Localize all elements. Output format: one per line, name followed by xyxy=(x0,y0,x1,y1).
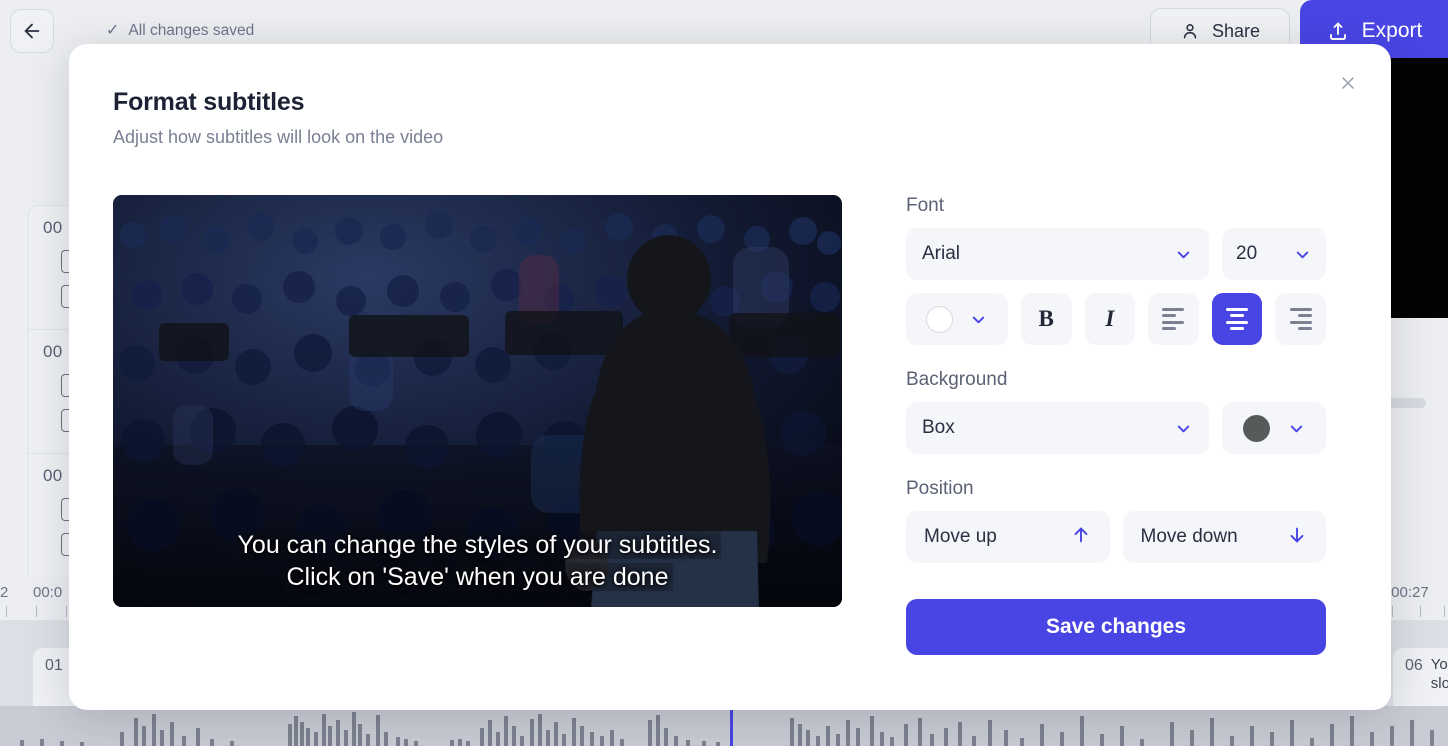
person-icon xyxy=(1183,24,1197,39)
background-row: Box xyxy=(906,402,1326,454)
font-color-picker[interactable] xyxy=(906,293,1008,345)
background-color-picker[interactable] xyxy=(1222,402,1326,454)
background-style-select[interactable]: Box xyxy=(906,402,1209,454)
timeline-clip[interactable]: 06 You slo xyxy=(1393,648,1448,706)
save-changes-label: Save changes xyxy=(1045,615,1187,638)
save-status-label: All changes saved xyxy=(128,22,255,39)
ruler-label: 2 xyxy=(0,584,9,601)
font-size-select[interactable]: 20 xyxy=(1222,228,1326,280)
background-color-swatch xyxy=(1242,414,1270,442)
format-controls: Font Arial 20 B I Background Box Positio… xyxy=(906,195,1326,655)
background-section-label: Background xyxy=(906,369,1008,390)
subtitle-overlay: You can change the styles of your subtit… xyxy=(113,529,842,593)
arrow-up-icon xyxy=(1070,524,1092,550)
align-left-button[interactable] xyxy=(1148,293,1199,345)
font-color-swatch xyxy=(925,305,953,333)
position-section-label: Position xyxy=(906,478,974,499)
chevron-down-icon xyxy=(1287,419,1306,438)
clip-number: 06 xyxy=(1405,657,1423,674)
font-family-value: Arial xyxy=(922,243,961,264)
clip-text: You slo xyxy=(1430,656,1448,692)
save-changes-button[interactable]: Save changes xyxy=(906,599,1326,655)
audio-waveform[interactable] xyxy=(0,706,1448,746)
move-up-label: Move up xyxy=(924,526,997,547)
font-section-label: Font xyxy=(906,195,945,216)
save-status: ✓ All changes saved xyxy=(106,22,254,40)
move-down-button[interactable]: Move down xyxy=(1122,511,1326,563)
chevron-down-icon xyxy=(1174,419,1193,438)
modal-subtitle: Adjust how subtitles will look on the vi… xyxy=(113,127,444,147)
bold-button[interactable]: B xyxy=(1020,293,1072,345)
waveform-graphic xyxy=(20,712,1434,746)
italic-button[interactable]: I xyxy=(1084,293,1136,345)
move-down-label: Move down xyxy=(1140,526,1238,547)
align-right-button[interactable] xyxy=(1275,293,1326,345)
chevron-down-icon xyxy=(1174,245,1193,264)
arrow-down-icon xyxy=(1286,524,1308,550)
align-right-icon xyxy=(1289,307,1312,331)
ruler-label: :00:27 xyxy=(1387,584,1429,601)
italic-label: I xyxy=(1105,306,1115,331)
clip-number: 01 xyxy=(45,657,63,674)
font-row: Arial 20 xyxy=(906,228,1326,280)
align-left-icon xyxy=(1162,307,1185,331)
font-family-select[interactable]: Arial xyxy=(906,228,1209,280)
subtitle-line-2: Click on 'Save' when you are done xyxy=(282,563,673,591)
close-button[interactable] xyxy=(1331,66,1365,100)
close-icon xyxy=(1342,77,1354,89)
back-button[interactable] xyxy=(10,9,54,53)
subtitle-line-1: You can change the styles of your subtit… xyxy=(233,531,722,559)
font-size-value: 20 xyxy=(1236,243,1258,264)
format-subtitles-modal: Format subtitles Adjust how subtitles wi… xyxy=(69,44,1391,710)
chevron-down-icon xyxy=(1293,245,1312,264)
move-up-button[interactable]: Move up xyxy=(906,511,1110,563)
background-style-value: Box xyxy=(922,417,955,438)
video-preview[interactable]: You can change the styles of your subtit… xyxy=(113,195,842,607)
chevron-down-icon xyxy=(969,310,988,329)
upload-icon xyxy=(1329,22,1346,40)
position-row: Move up Move down xyxy=(906,511,1326,563)
check-icon: ✓ xyxy=(106,22,120,39)
page-title: Format subtitles xyxy=(113,88,305,116)
ruler-label: 00:0 xyxy=(33,584,63,601)
align-center-button[interactable] xyxy=(1211,293,1263,345)
export-label: Export xyxy=(1361,19,1423,42)
arrow-left-icon xyxy=(24,23,40,39)
app-root: ✓ All changes saved Share Export 00 00 0… xyxy=(0,0,1448,746)
bold-label: B xyxy=(1038,306,1054,331)
share-label: Share xyxy=(1211,20,1261,41)
align-center-icon xyxy=(1226,307,1249,331)
font-style-row: B I xyxy=(906,293,1326,345)
